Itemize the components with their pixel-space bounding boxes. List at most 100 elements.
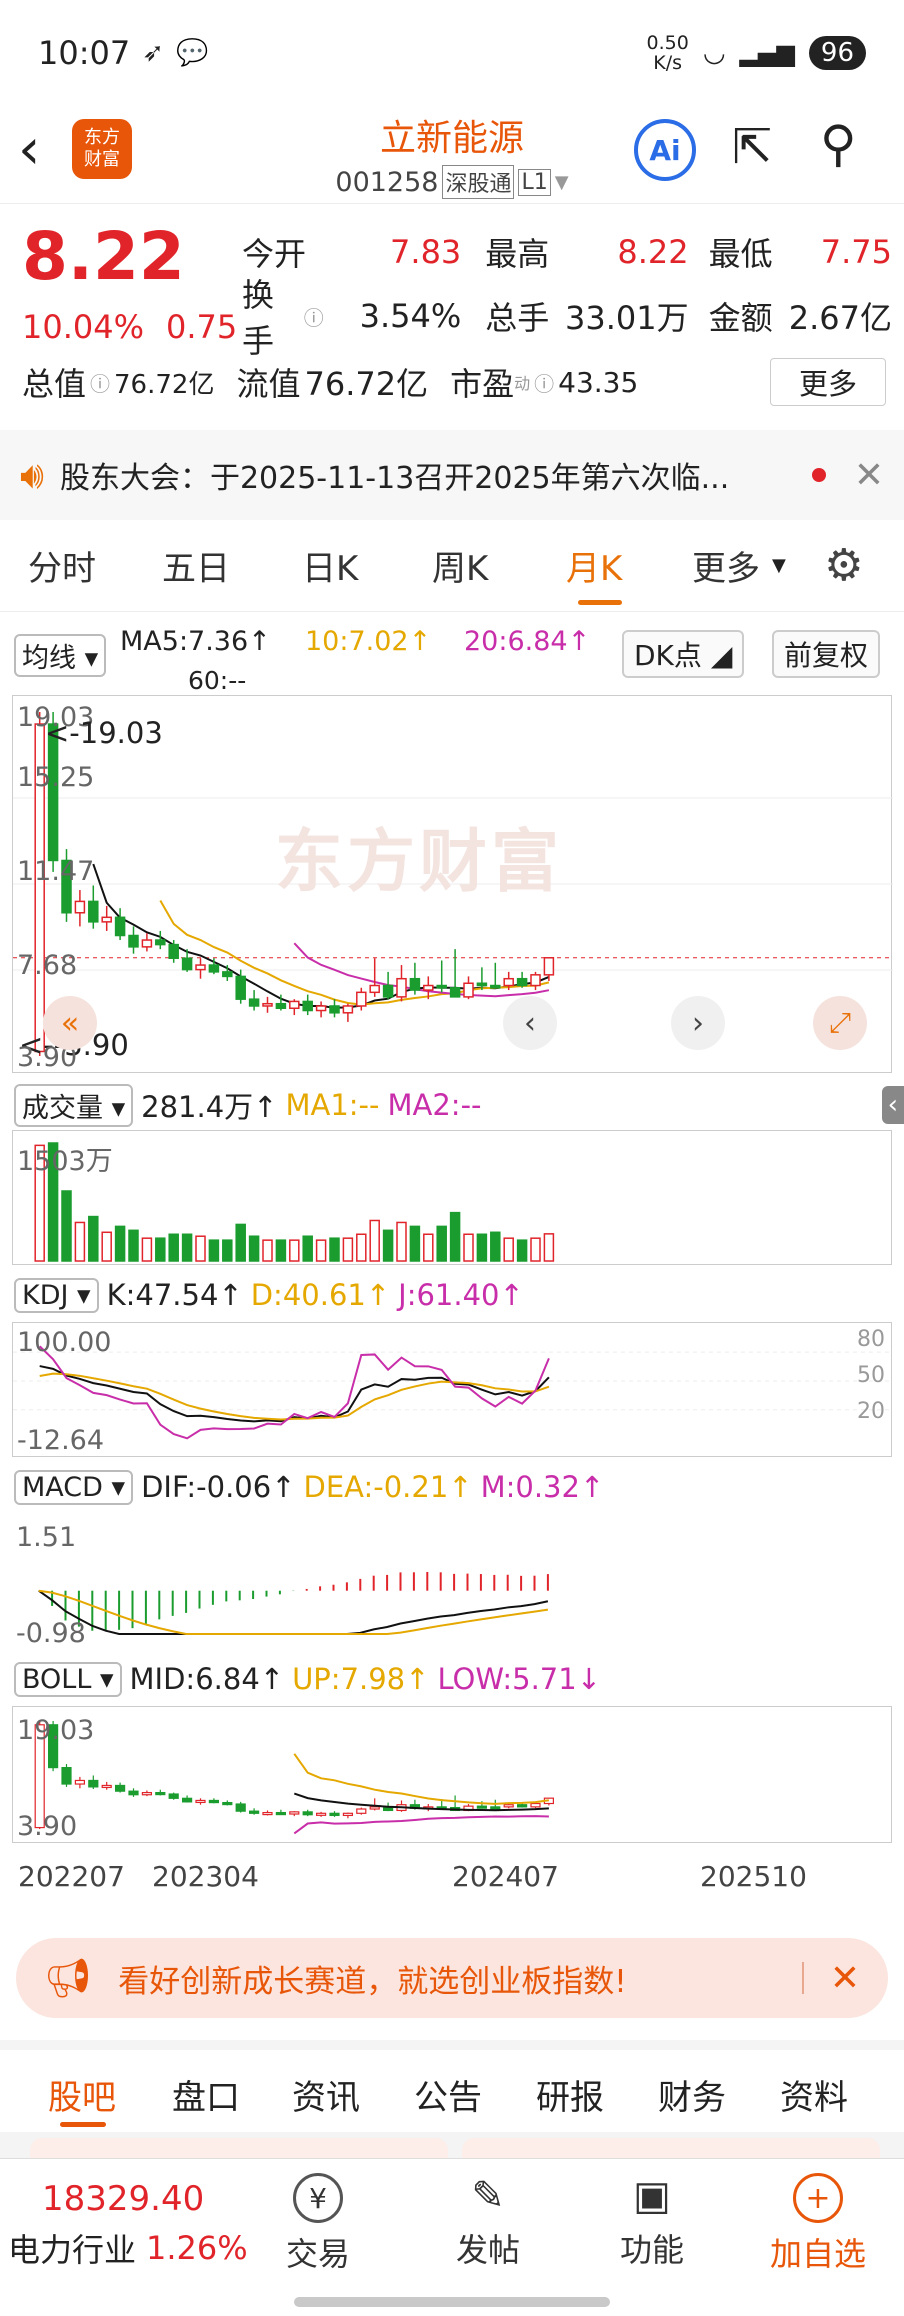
tab-announcements[interactable]: 公告 [414,2070,482,2119]
boll-line-2 [293,1815,549,1835]
industry-pct: 1.26% [146,2229,248,2267]
volume-bar [181,1233,193,1262]
close-icon[interactable]: ✕ [830,1958,860,1999]
volume-bar [114,1225,126,1262]
volume-value: 33.01万 [564,299,689,337]
plus-circle-icon: + [793,2173,843,2223]
close-icon[interactable]: ✕ [854,455,884,496]
candle-body [101,916,112,923]
back-icon[interactable]: ‹ [18,117,40,182]
change-percent: 10.04% [22,308,145,346]
next-icon[interactable]: › [671,996,725,1050]
index-value: 18329.40 [42,2179,205,2219]
volume-bar [449,1211,461,1262]
volume-label: 总手 [485,299,550,337]
info-icon[interactable]: ⓘ [534,368,554,397]
tab-intraday[interactable]: 分时 [28,541,96,590]
industry-index[interactable]: 18329.40 电力行业 1.26% [8,2179,258,2271]
volume-selector-label: 成交量 [22,1092,103,1124]
pe-value: 43.35 [558,365,639,399]
ma5-value: MA5:7.36↑ [120,626,271,657]
tab-orderbook[interactable]: 盘口 [172,2070,240,2119]
candle-body [530,974,541,987]
candle-body [168,943,179,959]
dk-point-button[interactable]: DK点 ◢ [622,630,745,678]
dk-label: DK点 [634,639,702,672]
tab-monthly-k[interactable]: 月K [566,541,622,590]
date-label: 202304 [152,1860,259,1893]
clock: 10:07 [38,33,131,72]
kdj-50-label: 50 [857,1363,885,1388]
kdj-d: D:40.61↑ [250,1278,391,1312]
turnover-value: 3.54% [359,297,462,335]
kdj-line-2 [39,1345,550,1440]
info-icon[interactable]: ⓘ [304,302,332,331]
net-speed: 0.50 [646,31,689,54]
mcap-label: 总值 [22,365,87,403]
macd-chart[interactable]: 1.51 -0.98 [12,1514,892,1649]
vol-ma2: MA2:-- [387,1088,482,1122]
kdj-chart[interactable]: 100.00 -12.64 80 50 20 [12,1322,893,1457]
trade-label: 交易 [286,2235,351,2273]
prev-icon[interactable]: ‹ [503,996,557,1050]
ad-banner[interactable]: 📢︎ 看好创新成长赛道，就选创业板指数! ✕ [16,1938,888,2018]
macd-selector[interactable]: MACD ▾ [14,1469,134,1505]
kdj-selector-label: KDJ [22,1279,69,1311]
scroll-left-icon[interactable]: « [43,996,97,1050]
float-value: 76.72亿 [304,365,429,403]
ma-selector[interactable]: 均线 ▾ [14,634,107,677]
tab-weekly-k[interactable]: 周K [432,541,488,590]
content-tabs: 股吧 盘口 资讯 公告 研报 财务 资料 [0,2040,904,2130]
boll-selector[interactable]: BOLL ▾ [14,1661,122,1697]
boll-candle-body [356,1808,367,1814]
candle-body [114,916,126,937]
date-axis: 202207 202304 202407 202510 [0,1860,904,1894]
caret-icon: ▼ [772,555,786,576]
search-icon[interactable]: ⚲ [820,115,857,173]
tab-five-day[interactable]: 五日 [162,541,230,590]
adjust-button[interactable]: 前复权 [772,630,881,678]
function-button[interactable]: ▣ 功能 [620,2173,684,2271]
post-button[interactable]: ✎ 发帖 [456,2173,520,2271]
tab-daily-k[interactable]: 日K [302,541,358,590]
ai-button[interactable]: Ai [634,119,696,181]
boll-selector-label: BOLL [22,1663,92,1695]
add-watchlist-button[interactable]: + 加自选 [770,2173,866,2275]
boll-chart[interactable]: 19.03 3.90 [12,1706,892,1843]
more-button[interactable]: 更多 [769,358,886,406]
volume-selector[interactable]: 成交量 ▾ [14,1083,134,1127]
boll-candle-body [168,1793,179,1799]
tab-profile[interactable]: 资料 [780,2070,848,2119]
notice-bar[interactable]: 🔊︎ 股东大会：于2025-11-13召开2025年第六次临... ✕ [0,430,904,520]
boll-line-1 [293,1753,550,1805]
volume-chart[interactable]: 1503万 [12,1130,892,1265]
tab-news[interactable]: 资讯 [292,2070,360,2119]
boll-candle-body [128,1790,139,1796]
expand-icon[interactable]: ⤢ [813,996,867,1050]
dropdown-icon[interactable]: ▼ [555,172,569,193]
ad-text: 看好创新成长赛道，就选创业板指数! [118,1963,627,2000]
gear-icon[interactable]: ⚙ [824,540,863,591]
tab-research[interactable]: 研报 [536,2070,604,2119]
collapse-tab-icon[interactable]: ‹ [881,1086,904,1124]
kline-chart[interactable]: 东方财富 19.03 <-19.03 15.25 11.47 7.68 <--3… [12,695,893,1073]
boll-candle-body [302,1811,313,1816]
tab-more[interactable]: 更多 [692,541,760,590]
info-icon[interactable]: ⓘ [90,368,110,397]
boll-candle-body [222,1801,233,1806]
unread-dot [811,468,826,482]
tab-financials[interactable]: 财务 [658,2070,726,2119]
trade-button[interactable]: ¥ 交易 [286,2173,350,2275]
ma-selector-label: 均线 [22,643,76,674]
post-label: 发帖 [456,2231,521,2269]
candle-body [222,971,233,978]
turnover-label: 换手 [242,276,275,360]
kdj-selector[interactable]: KDJ ▾ [14,1277,99,1313]
tab-forum[interactable]: 股吧 [48,2070,116,2119]
app-logo[interactable]: 东方 财富 [72,119,132,179]
candle-body [396,977,407,998]
share-icon[interactable]: ⇱ [732,119,772,175]
tab-underline [578,600,622,605]
add-label: 加自选 [770,2235,867,2273]
volume-bar [530,1237,541,1262]
